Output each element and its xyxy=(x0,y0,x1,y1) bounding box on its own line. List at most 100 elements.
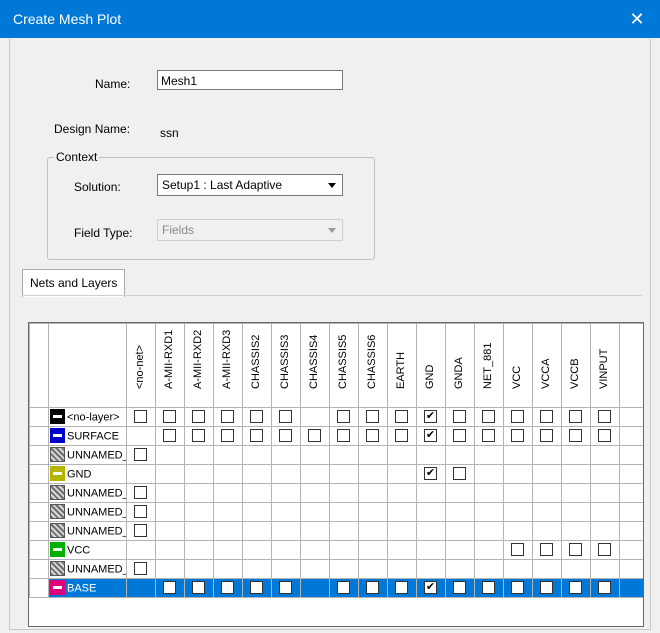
grid-cell[interactable] xyxy=(242,578,272,598)
grid-cell[interactable] xyxy=(503,426,533,446)
net-layer-checkbox[interactable] xyxy=(163,581,176,594)
grid-row[interactable]: UNNAMED_9 xyxy=(29,521,643,541)
net-layer-checkbox[interactable] xyxy=(598,543,611,556)
row-header[interactable] xyxy=(29,578,49,598)
grid-cell[interactable] xyxy=(213,407,243,427)
column-header[interactable]: CHASSIS2 xyxy=(242,323,272,408)
net-layer-checkbox[interactable] xyxy=(482,429,495,442)
net-layer-checkbox[interactable] xyxy=(540,429,553,442)
net-layer-checkbox[interactable] xyxy=(395,429,408,442)
grid-cell[interactable] xyxy=(474,407,504,427)
column-header[interactable]: VCCB xyxy=(561,323,591,408)
net-layer-checkbox[interactable] xyxy=(453,467,466,480)
net-layer-checkbox[interactable] xyxy=(511,543,524,556)
grid-cell[interactable] xyxy=(242,407,272,427)
layer-name-cell[interactable]: UNNAMED_5 xyxy=(48,483,127,503)
net-layer-checkbox[interactable] xyxy=(453,410,466,423)
grid-cell[interactable] xyxy=(590,540,620,560)
dropdown-arrow-icon[interactable] xyxy=(324,177,340,193)
grid-cell[interactable] xyxy=(358,578,388,598)
net-layer-checkbox[interactable] xyxy=(337,429,350,442)
grid-row[interactable]: BASE ✔ xyxy=(29,578,643,598)
column-header[interactable]: EARTH xyxy=(387,323,417,408)
net-layer-checkbox[interactable] xyxy=(250,429,263,442)
grid-row[interactable]: UNNAMED_3 xyxy=(29,445,643,465)
grid-cell[interactable] xyxy=(271,578,301,598)
grid-row[interactable]: UNNAMED_7 xyxy=(29,502,643,522)
grid-cell[interactable] xyxy=(300,426,330,446)
net-layer-checkbox[interactable] xyxy=(134,486,147,499)
grid-cell[interactable] xyxy=(155,578,185,598)
layer-name-cell[interactable]: BASE xyxy=(48,578,127,598)
column-header[interactable]: CHASSIS5 xyxy=(329,323,359,408)
row-header[interactable] xyxy=(29,483,49,503)
grid-cell[interactable] xyxy=(561,407,591,427)
grid-cell[interactable] xyxy=(155,407,185,427)
grid-cell[interactable] xyxy=(329,407,359,427)
net-layer-checkbox[interactable] xyxy=(279,410,292,423)
net-layer-checkbox[interactable] xyxy=(337,581,350,594)
net-layer-checkbox[interactable] xyxy=(540,543,553,556)
solution-select[interactable]: Setup1 : Last Adaptive xyxy=(157,174,343,196)
net-layer-checkbox[interactable] xyxy=(453,429,466,442)
net-layer-checkbox[interactable] xyxy=(134,410,147,423)
layer-name-cell[interactable]: GND xyxy=(48,464,127,484)
grid-cell[interactable] xyxy=(329,578,359,598)
net-layer-checkbox-checked[interactable]: ✔ xyxy=(424,581,437,594)
grid-row[interactable]: <no-layer> ✔ xyxy=(29,407,643,427)
column-header[interactable]: GND xyxy=(416,323,446,408)
net-layer-checkbox[interactable] xyxy=(192,429,205,442)
net-layer-checkbox[interactable] xyxy=(366,410,379,423)
net-layer-checkbox-checked[interactable]: ✔ xyxy=(424,429,437,442)
net-layer-checkbox[interactable] xyxy=(511,410,524,423)
net-layer-checkbox[interactable] xyxy=(221,429,234,442)
row-header[interactable] xyxy=(29,540,49,560)
net-layer-checkbox[interactable] xyxy=(337,410,350,423)
column-header[interactable]: VCC xyxy=(503,323,533,408)
column-header[interactable]: NET_881 xyxy=(474,323,504,408)
close-icon[interactable]: ✕ xyxy=(614,0,660,38)
layer-name-cell[interactable]: VCC xyxy=(48,540,127,560)
grid-cell[interactable] xyxy=(387,426,417,446)
grid-cell[interactable] xyxy=(532,407,562,427)
net-layer-checkbox[interactable] xyxy=(134,505,147,518)
grid-cell[interactable] xyxy=(358,426,388,446)
row-header[interactable] xyxy=(29,521,49,541)
net-layer-checkbox[interactable] xyxy=(250,581,263,594)
grid-cell[interactable] xyxy=(445,426,475,446)
grid-row[interactable]: UNNAMED_11 xyxy=(29,559,643,579)
grid-cell[interactable] xyxy=(503,407,533,427)
grid-row[interactable]: SURFACE ✔ xyxy=(29,426,643,446)
layer-name-cell[interactable]: <no-layer> xyxy=(48,407,127,427)
net-layer-checkbox[interactable] xyxy=(366,429,379,442)
grid-cell[interactable] xyxy=(474,578,504,598)
grid-cell[interactable] xyxy=(155,426,185,446)
grid-cell[interactable] xyxy=(387,407,417,427)
grid-row[interactable]: GND ✔ xyxy=(29,464,643,484)
grid-cell[interactable] xyxy=(126,445,156,465)
net-layer-checkbox[interactable] xyxy=(221,410,234,423)
grid-cell[interactable] xyxy=(213,426,243,446)
net-layer-checkbox[interactable] xyxy=(250,410,263,423)
grid-cell[interactable] xyxy=(445,407,475,427)
net-layer-checkbox[interactable] xyxy=(569,581,582,594)
net-layer-checkbox[interactable] xyxy=(511,429,524,442)
net-layer-checkbox[interactable] xyxy=(540,581,553,594)
column-header[interactable]: VCCA xyxy=(532,323,562,408)
grid-cell[interactable] xyxy=(126,407,156,427)
layer-name-cell[interactable]: UNNAMED_3 xyxy=(48,445,127,465)
grid-cell[interactable] xyxy=(184,407,214,427)
net-layer-checkbox[interactable] xyxy=(569,543,582,556)
column-header[interactable]: CHASSIS4 xyxy=(300,323,330,408)
net-layer-checkbox-checked[interactable]: ✔ xyxy=(424,467,437,480)
column-header[interactable]: A-MII-RXD1 xyxy=(155,323,185,408)
grid-cell[interactable] xyxy=(126,483,156,503)
row-header[interactable] xyxy=(29,502,49,522)
grid-cell[interactable] xyxy=(271,407,301,427)
grid-cell[interactable]: ✔ xyxy=(416,578,446,598)
grid-cell[interactable] xyxy=(532,540,562,560)
grid-cell[interactable] xyxy=(445,578,475,598)
grid-cell[interactable] xyxy=(445,464,475,484)
net-layer-checkbox[interactable] xyxy=(134,524,147,537)
row-header[interactable] xyxy=(29,559,49,579)
